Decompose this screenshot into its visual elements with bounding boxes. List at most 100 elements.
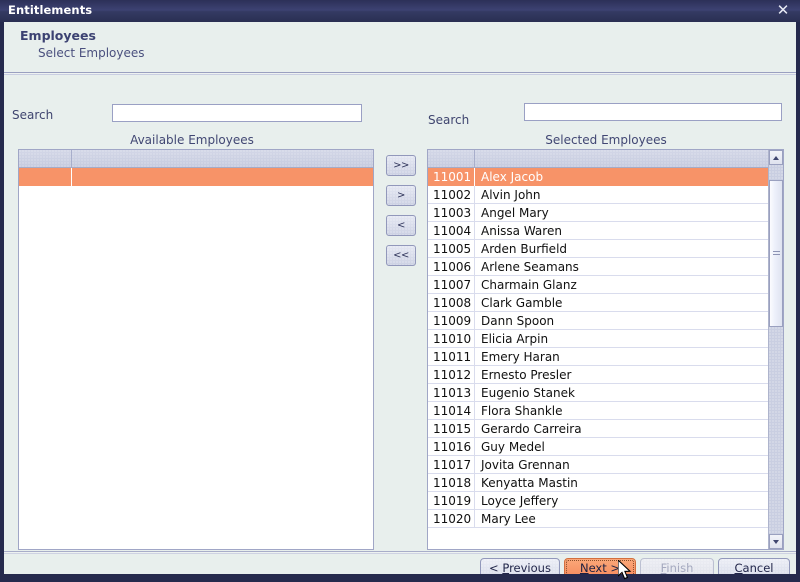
table-row[interactable]: 11008 Clark Gamble (428, 293, 768, 312)
dialog-client-area: Employees Select Employees Search Availa… (4, 22, 796, 574)
window-title: Entitlements (8, 3, 93, 17)
row-name: Arden Burfield (481, 241, 568, 256)
row-name: Alvin John (481, 187, 541, 202)
row-id: 11020 (428, 509, 475, 528)
selected-search-input[interactable] (524, 103, 782, 121)
table-row[interactable]: 11009 Dann Spoon (428, 311, 768, 330)
next-button[interactable]: Next > (564, 558, 636, 574)
table-row[interactable]: 11001 Alex Jacob (428, 168, 768, 186)
row-name: Mary Lee (481, 511, 536, 526)
row-id: 11018 (428, 473, 475, 492)
table-row[interactable] (19, 168, 373, 186)
available-employees-list[interactable] (18, 149, 374, 550)
table-row[interactable]: 11015 Gerardo Carreira (428, 419, 768, 438)
selected-col-id-header (428, 150, 475, 167)
row-name: Elicia Arpin (481, 331, 549, 346)
selected-list-rows[interactable]: 11001 Alex Jacob 11002 Alvin John 11003 Angel… (428, 168, 768, 549)
table-row[interactable]: 11017 Jovita Grennan (428, 455, 768, 474)
selected-search-label: Search (428, 113, 470, 127)
next-label: ext > (588, 561, 621, 574)
dialog-footer: < Previous Next > Finish Cancel (4, 554, 796, 574)
selected-list-scrollbar[interactable] (768, 150, 783, 549)
entitlements-window: Entitlements ✕ Employees Select Employee… (0, 0, 800, 582)
row-name: Kenyatta Mastin (481, 475, 578, 490)
row-name: Guy Medel (481, 439, 545, 454)
table-row[interactable]: 11012 Ernesto Presler (428, 365, 768, 384)
table-row[interactable]: 11006 Arlene Seamans (428, 257, 768, 276)
finish-button: Finish (640, 558, 714, 574)
table-row[interactable]: 11020 Mary Lee (428, 509, 768, 528)
close-icon[interactable]: ✕ (775, 2, 791, 18)
table-row[interactable]: 11014 Flora Shankle (428, 401, 768, 420)
row-name: Emery Haran (481, 349, 560, 364)
row-name: Anissa Waren (481, 223, 562, 238)
row-name: Arlene Seamans (481, 259, 579, 274)
row-id: 11013 (428, 383, 475, 402)
scroll-up-button[interactable] (769, 150, 783, 165)
scroll-down-arrow-icon (773, 539, 779, 544)
row-id: 11009 (428, 311, 475, 330)
previous-prefix: < (489, 561, 503, 574)
table-row[interactable]: 11010 Elicia Arpin (428, 329, 768, 348)
available-col-id-header (19, 150, 72, 167)
row-name: Charmain Glanz (481, 277, 577, 292)
table-row[interactable]: 11002 Alvin John (428, 185, 768, 204)
available-list-rows[interactable] (19, 168, 373, 549)
available-search-label: Search (12, 108, 54, 122)
scroll-up-arrow-icon (773, 155, 779, 160)
row-id: 11005 (428, 239, 475, 258)
table-row[interactable]: 11018 Kenyatta Mastin (428, 473, 768, 492)
dialog-banner: Employees Select Employees (4, 22, 796, 72)
table-row[interactable]: 11004 Anissa Waren (428, 221, 768, 240)
move-left-button[interactable]: < (386, 215, 416, 236)
row-id: 11008 (428, 293, 475, 312)
row-id: 11001 (428, 168, 475, 186)
dialog-body: Search Available Employees >> > < << Sea… (4, 75, 796, 551)
selected-employees-list[interactable]: 11001 Alex Jacob 11002 Alvin John 11003 Angel… (427, 149, 784, 550)
table-row[interactable]: 11016 Guy Medel (428, 437, 768, 456)
available-list-header (19, 150, 373, 168)
scroll-down-button[interactable] (769, 534, 783, 549)
row-id: 11004 (428, 221, 475, 240)
available-list-caption: Available Employees (130, 133, 254, 147)
previous-label: revious (509, 561, 551, 574)
table-row[interactable]: 11003 Angel Mary (428, 203, 768, 222)
row-name: Gerardo Carreira (481, 421, 582, 436)
row-id: 11006 (428, 257, 475, 276)
available-col-name-header (72, 150, 373, 167)
move-all-left-button[interactable]: << (386, 245, 416, 266)
table-row[interactable]: 11007 Charmain Glanz (428, 275, 768, 294)
table-row[interactable]: 11013 Eugenio Stanek (428, 383, 768, 402)
table-row[interactable]: 11011 Emery Haran (428, 347, 768, 366)
row-id: 11019 (428, 491, 475, 510)
row-id: 11012 (428, 365, 475, 384)
row-name (72, 168, 373, 186)
row-name: Ernesto Presler (481, 367, 572, 382)
table-row[interactable]: 11019 Loyce Jeffery (428, 491, 768, 510)
row-id: 11007 (428, 275, 475, 294)
page-subtitle: Select Employees (38, 46, 145, 60)
row-id: 11011 (428, 347, 475, 366)
finish-label: inish (666, 561, 694, 574)
table-row[interactable]: 11005 Arden Burfield (428, 239, 768, 258)
scrollbar-thumb[interactable] (769, 179, 783, 328)
move-all-right-button[interactable]: >> (386, 155, 416, 176)
selected-col-name-header (475, 150, 768, 167)
row-id: 11017 (428, 455, 475, 474)
cancel-button[interactable]: Cancel (718, 558, 790, 574)
window-titlebar: Entitlements ✕ (0, 0, 800, 22)
next-mnemonic: N (579, 561, 589, 574)
previous-button[interactable]: < Previous (480, 558, 560, 574)
row-name: Alex Jacob (481, 169, 544, 184)
row-name: Loyce Jeffery (481, 493, 559, 508)
scrollbar-grip-icon (772, 251, 780, 257)
move-right-button[interactable]: > (386, 185, 416, 206)
selected-list-caption: Selected Employees (545, 133, 667, 147)
cancel-mnemonic: C (734, 561, 743, 574)
row-name: Clark Gamble (481, 295, 563, 310)
row-id: 11002 (428, 185, 475, 204)
row-name: Angel Mary (481, 205, 549, 220)
available-search-input[interactable] (112, 104, 362, 122)
row-id: 11015 (428, 419, 475, 438)
selected-list-header (428, 150, 768, 168)
